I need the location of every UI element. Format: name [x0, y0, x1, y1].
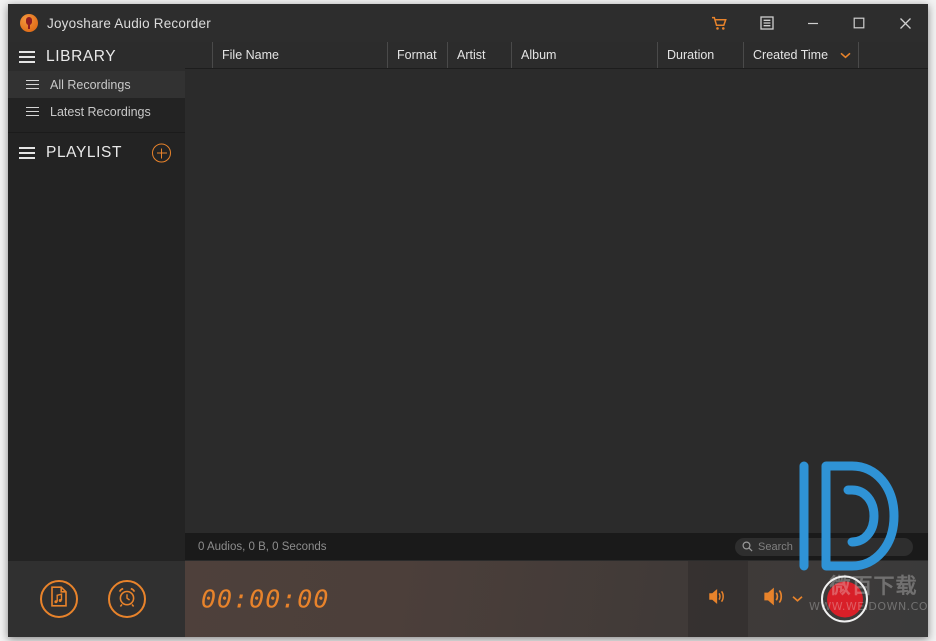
application-window: Joyoshare Audio Recorder LIBRARY All Rec…: [8, 4, 928, 637]
table-column-artist[interactable]: Artist: [447, 42, 511, 68]
hamburger-icon: [19, 147, 35, 159]
window-title: Joyoshare Audio Recorder: [47, 15, 211, 31]
sidebar-item-latest-recordings[interactable]: Latest Recordings: [8, 98, 185, 125]
library-group: LIBRARY All Recordings Latest Recordings: [8, 42, 185, 133]
column-label: Created Time: [753, 48, 829, 62]
add-playlist-button[interactable]: [152, 143, 171, 163]
status-bar: 0 Audios, 0 B, 0 Seconds: [185, 533, 928, 560]
sidebar-header-library[interactable]: LIBRARY: [8, 42, 185, 71]
record-button[interactable]: [821, 575, 868, 623]
media-library-button[interactable]: [40, 580, 78, 618]
hamburger-icon: [19, 50, 35, 63]
sidebar-header-library-label: LIBRARY: [46, 47, 117, 65]
table-column-format[interactable]: Format: [387, 42, 447, 68]
alarm-clock-icon: [116, 586, 138, 613]
chevron-down-icon: [840, 52, 851, 59]
table-body: [185, 69, 928, 533]
maximize-icon[interactable]: [836, 4, 882, 42]
table-header: File Name Format Artist Album Duration C…: [185, 42, 928, 69]
sidebar: LIBRARY All Recordings Latest Recordings…: [8, 42, 185, 561]
shop-cart-icon[interactable]: [694, 4, 744, 42]
search-box[interactable]: [735, 537, 913, 556]
search-input[interactable]: [758, 540, 888, 553]
table-column-spacer: [858, 42, 928, 68]
record-dot-icon: [826, 581, 863, 617]
sidebar-item-label: Latest Recordings: [50, 104, 151, 119]
column-label: Duration: [667, 48, 715, 62]
speaker-icon: [763, 587, 787, 612]
main-content: File Name Format Artist Album Duration C…: [185, 42, 928, 561]
window-controls: [694, 4, 928, 42]
minimize-icon[interactable]: [790, 4, 836, 42]
list-icon: [26, 79, 39, 90]
search-icon: [742, 541, 753, 552]
sidebar-item-label: All Recordings: [50, 77, 131, 92]
system-volume-button[interactable]: [688, 561, 748, 637]
column-label: File Name: [222, 48, 279, 62]
sidebar-item-all-recordings[interactable]: All Recordings: [8, 71, 185, 98]
recording-timer: 00:00:00: [201, 584, 330, 614]
bottom-bar-left-panel: [8, 561, 185, 637]
table-column-duration[interactable]: Duration: [657, 42, 743, 68]
status-summary: 0 Audios, 0 B, 0 Seconds: [198, 540, 327, 553]
sidebar-header-playlist[interactable]: PLAYLIST: [8, 133, 185, 173]
menu-icon[interactable]: [744, 4, 790, 42]
microphone-app-icon: [20, 14, 38, 32]
sidebar-header-playlist-label: PLAYLIST: [46, 144, 123, 161]
table-column-created-time[interactable]: Created Time: [743, 42, 858, 68]
column-label: Artist: [457, 48, 486, 62]
close-icon[interactable]: [882, 4, 928, 42]
column-label: Album: [521, 48, 557, 62]
speaker-icon: [708, 588, 728, 610]
table-column-album[interactable]: Album: [511, 42, 657, 68]
scheduler-button[interactable]: [108, 580, 146, 618]
chevron-down-icon[interactable]: [792, 596, 803, 603]
bottom-bar: 00:00:00: [8, 561, 928, 637]
device-volume-button[interactable]: [763, 587, 803, 612]
music-file-icon: [49, 586, 69, 612]
table-column-file-name[interactable]: File Name: [212, 42, 387, 68]
title-bar: Joyoshare Audio Recorder: [8, 4, 928, 42]
list-icon: [26, 106, 39, 117]
column-label: Format: [397, 48, 437, 62]
table-column-select[interactable]: [185, 42, 212, 68]
